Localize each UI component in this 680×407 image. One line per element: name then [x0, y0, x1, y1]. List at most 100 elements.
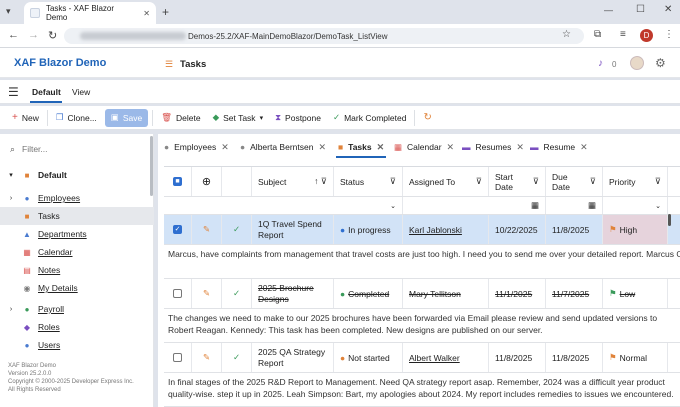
- doc-tab-tasks[interactable]: ■ Tasks ✕: [338, 138, 384, 156]
- row-checkbox-cell[interactable]: [164, 279, 192, 308]
- sidebar-scrollbar[interactable]: [150, 136, 153, 196]
- sidebar-item-roles[interactable]: ◆ Roles: [0, 318, 154, 336]
- sidebar-item-calendar[interactable]: ▦ Calendar: [0, 243, 154, 261]
- filter-row: ⌄ ▦ ▦ ⌄: [164, 197, 680, 215]
- tasks-grid: ■ ⊕ Subject ↑ ⊽ Status ⊽ Assigned To ⊽ Star…: [164, 166, 680, 407]
- sidebar-item-departments[interactable]: ▲ Departments: [0, 225, 154, 243]
- postpone-button[interactable]: ⧗ Postpone: [269, 109, 327, 127]
- set-task-button[interactable]: ◆ Set Task ▾: [207, 109, 270, 127]
- settings-gear-icon[interactable]: ⚙: [655, 56, 666, 70]
- close-icon[interactable]: ✕: [377, 142, 385, 153]
- bookmark-star-icon[interactable]: ☆: [562, 29, 571, 40]
- users-icon: ●: [24, 340, 30, 350]
- doc-tab-alberta[interactable]: ● Alberta Berntsen ✕: [240, 138, 326, 156]
- doc-tab-calendar[interactable]: ▦ Calendar ✕: [394, 138, 454, 156]
- doc-tab-employees[interactable]: ● Employees ✕: [164, 138, 229, 156]
- close-icon[interactable]: ✕: [447, 142, 455, 153]
- row-checkbox[interactable]: [173, 289, 182, 298]
- clone-button[interactable]: ❐ Clone...: [50, 109, 103, 127]
- user-avatar[interactable]: [630, 56, 644, 70]
- sidebar-item-employees[interactable]: › ● Employees: [0, 189, 154, 207]
- row-checkbox[interactable]: [173, 353, 182, 362]
- status-filter-dropdown[interactable]: ⌄: [334, 197, 403, 214]
- complete-check-icon[interactable]: ✓: [222, 343, 252, 372]
- nav-group-default[interactable]: ▾ ■ Default: [0, 166, 154, 184]
- refresh-button[interactable]: ↻: [417, 109, 437, 127]
- reload-icon[interactable]: ↻: [48, 29, 57, 42]
- close-icon[interactable]: ✕: [580, 142, 588, 153]
- grid-scrollbar[interactable]: [668, 214, 671, 226]
- new-tab-icon[interactable]: +: [162, 5, 169, 19]
- filter-input[interactable]: [22, 142, 142, 156]
- column-priority[interactable]: Priority ⊽: [603, 167, 668, 196]
- delete-button[interactable]: 🗑 Delete: [155, 109, 206, 127]
- tab-view[interactable]: View: [72, 87, 90, 97]
- edit-pencil-icon[interactable]: ✎: [192, 215, 222, 244]
- table-row[interactable]: ✎ ✓ 2025 QA Strategy Report ● Not started…: [164, 343, 680, 373]
- complete-check-icon[interactable]: ✓: [222, 279, 252, 308]
- sidebar-item-tasks[interactable]: ■ Tasks: [0, 207, 154, 225]
- row-checkbox[interactable]: ✓: [173, 225, 182, 234]
- extensions-icon[interactable]: ⧉: [594, 29, 601, 40]
- filter-icon[interactable]: ⊽: [655, 176, 661, 187]
- profile-avatar[interactable]: D: [640, 29, 653, 42]
- notification-bell-icon[interactable]: ♪: [598, 58, 603, 69]
- filter-icon[interactable]: ⊽: [533, 176, 539, 187]
- row-checkbox-cell[interactable]: ✓: [164, 215, 192, 244]
- add-row-icon[interactable]: ⊕: [192, 167, 222, 196]
- mark-completed-button[interactable]: ✓ Mark Completed: [327, 109, 412, 127]
- column-subject[interactable]: Subject ↑ ⊽: [252, 167, 334, 196]
- column-start-date[interactable]: Start Date ⊽: [489, 167, 546, 196]
- close-icon[interactable]: ✕: [318, 142, 326, 153]
- sidebar-footer: XAF Blazor Demo Version 25.2.0.0 Copyrig…: [8, 363, 134, 393]
- column-status[interactable]: Status ⊽: [334, 167, 403, 196]
- forward-icon[interactable]: →: [28, 29, 39, 41]
- filter-icon[interactable]: ⊽: [590, 176, 596, 187]
- refresh-icon: ↻: [423, 112, 432, 123]
- priority-filter-dropdown[interactable]: ⌄: [603, 197, 668, 214]
- tab-list-icon[interactable]: ▾: [6, 6, 11, 17]
- maximize-icon[interactable]: ☐: [636, 4, 645, 15]
- column-due-date[interactable]: Due Date ⊽: [546, 167, 603, 196]
- filter-icon[interactable]: ⊽: [476, 176, 482, 187]
- media-icon[interactable]: ≡: [620, 29, 626, 40]
- cell-assigned-to[interactable]: Karl Jablonski: [403, 215, 489, 244]
- close-tab-icon[interactable]: ✕: [143, 9, 150, 18]
- cell-assigned-to[interactable]: Mary Tellitson: [403, 279, 489, 308]
- close-window-icon[interactable]: ✕: [664, 4, 672, 15]
- sidebar-item-payroll[interactable]: › ● Payroll: [0, 300, 154, 318]
- sidebar-item-notes[interactable]: ▤ Notes: [0, 261, 154, 279]
- cell-assigned-to[interactable]: Albert Walker: [403, 343, 489, 372]
- row-checkbox-cell[interactable]: [164, 343, 192, 372]
- start-date-filter-calendar-icon[interactable]: ▦: [489, 197, 546, 214]
- address-input[interactable]: Demos-25.2/XAF-MainDemoBlazor/DemoTask_L…: [64, 28, 584, 44]
- back-icon[interactable]: ←: [8, 29, 19, 41]
- due-date-filter-calendar-icon[interactable]: ▦: [546, 197, 603, 214]
- filter-icon[interactable]: ⊽: [390, 176, 396, 187]
- doc-tab-resumes[interactable]: ▬ Resumes ✕: [462, 138, 524, 156]
- doc-tab-resume[interactable]: ▬ Resume ✕: [530, 138, 588, 156]
- browser-tab[interactable]: Tasks - XAF Blazor Demo ✕: [24, 2, 156, 24]
- browser-menu-icon[interactable]: ⋮: [664, 29, 674, 40]
- edit-pencil-icon[interactable]: ✎: [192, 343, 222, 372]
- app-brand[interactable]: XAF Blazor Demo: [14, 57, 106, 69]
- table-row[interactable]: ✎ ✓ 2025 Brochure Designs ● Completed Mar…: [164, 279, 680, 309]
- sidebar-item-my-details[interactable]: ◉ My Details: [0, 279, 154, 297]
- save-button[interactable]: ▣ Save: [104, 108, 149, 127]
- table-row[interactable]: ✓ ✎ ✓ 1Q Travel Spend Report ● In progres…: [164, 215, 680, 245]
- complete-check-icon[interactable]: ✓: [222, 215, 252, 244]
- status-not-started-icon: ●: [340, 352, 346, 363]
- select-all-checkbox[interactable]: ■: [173, 177, 182, 186]
- edit-pencil-icon[interactable]: ✎: [192, 279, 222, 308]
- column-assigned-to[interactable]: Assigned To ⊽: [403, 167, 489, 196]
- minimize-icon[interactable]: —: [604, 5, 613, 15]
- close-icon[interactable]: ✕: [516, 142, 524, 153]
- close-icon[interactable]: ✕: [221, 142, 229, 153]
- sort-ascending-icon[interactable]: ↑ ⊽: [314, 176, 327, 187]
- new-button[interactable]: + New: [6, 109, 45, 127]
- hamburger-menu-icon[interactable]: ☰: [8, 85, 19, 99]
- select-all-checkbox-cell[interactable]: ■: [164, 167, 192, 196]
- row-preview-text: In final stages of the 2025 R&D Report t…: [164, 373, 680, 407]
- tab-default[interactable]: Default: [32, 87, 61, 97]
- sidebar-item-users[interactable]: ● Users: [0, 336, 154, 354]
